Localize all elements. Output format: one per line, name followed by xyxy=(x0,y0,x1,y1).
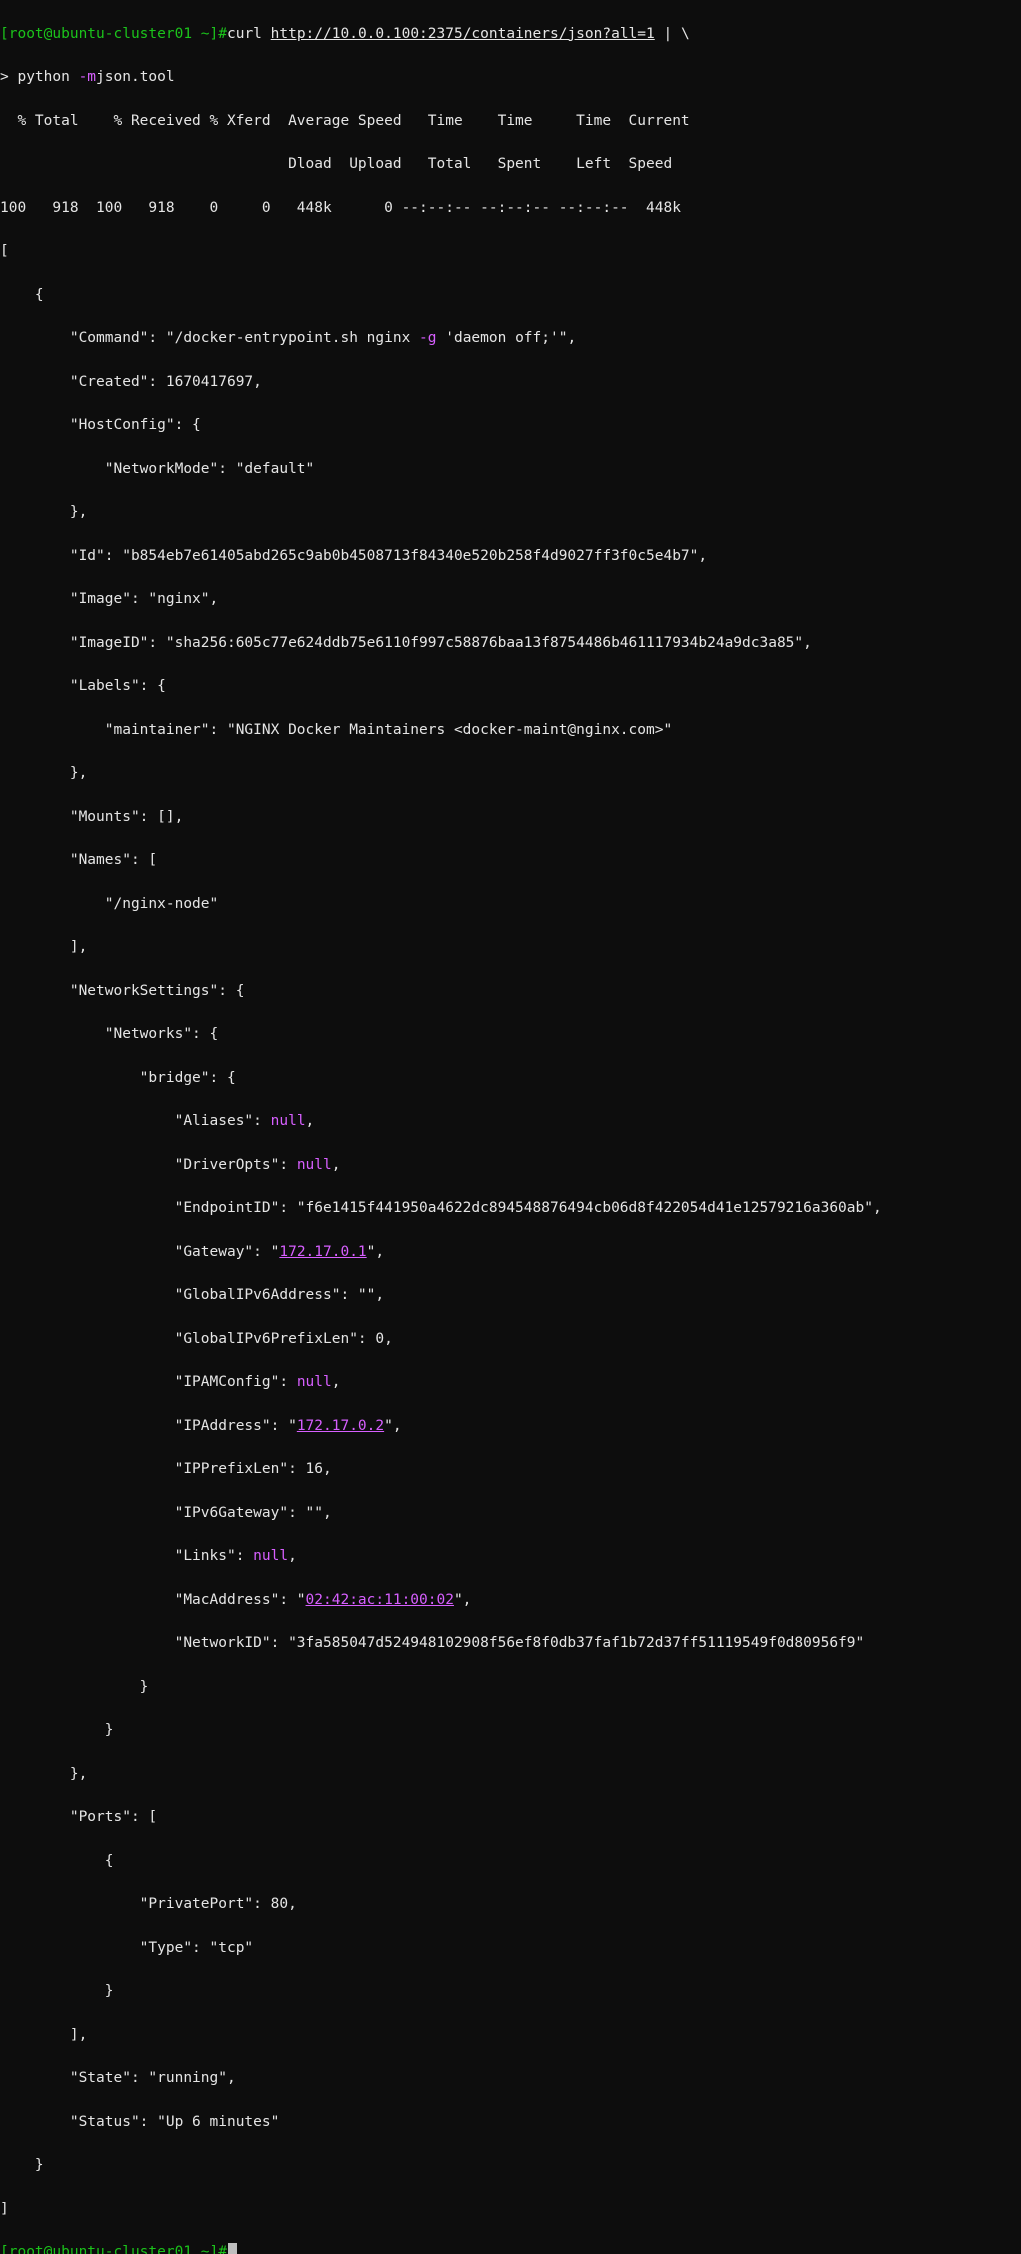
json-bridge-open: "bridge": { xyxy=(0,1068,1021,1090)
json-names-close: ], xyxy=(0,937,1021,959)
json-gateway: "Gateway": "172.17.0.1", xyxy=(0,1242,1021,1264)
curl-progress: 100 918 100 918 0 0 448k 0 --:--:-- --:-… xyxy=(0,198,1021,220)
json-netset-open: "NetworkSettings": { xyxy=(0,981,1021,1003)
json-netset-close: }, xyxy=(0,1764,1021,1786)
json-id: "Id": "b854eb7e61405abd265c9ab0b4508713f… xyxy=(0,546,1021,568)
json-aliases: "Aliases": null, xyxy=(0,1111,1021,1133)
json-hostconfig-close: }, xyxy=(0,502,1021,524)
json-bridge-close: } xyxy=(0,1677,1021,1699)
curl-header-1: % Total % Received % Xferd Average Speed… xyxy=(0,111,1021,133)
json-ipaddress: "IPAddress": "172.17.0.2", xyxy=(0,1416,1021,1438)
cmd-curl: curl xyxy=(227,26,271,42)
flag-m: -m xyxy=(79,69,96,85)
shell-prompt-blank[interactable]: [root@ubuntu-cluster01 ~]# xyxy=(0,2242,1021,2254)
shell-line-1: [root@ubuntu-cluster01 ~]#curl http://10… xyxy=(0,24,1021,46)
json-state: "State": "running", xyxy=(0,2068,1021,2090)
cmd-json-tool: json.tool xyxy=(96,69,175,85)
json-labels-close: }, xyxy=(0,763,1021,785)
shell-prompt: [root@ubuntu-cluster01 ~]# xyxy=(0,26,227,42)
json-networks-close: } xyxy=(0,1720,1021,1742)
json-status: "Status": "Up 6 minutes" xyxy=(0,2112,1021,2134)
shell-line-2: > python -mjson.tool xyxy=(0,67,1021,89)
json-object-close: } xyxy=(0,2155,1021,2177)
json-names-item: "/nginx-node" xyxy=(0,894,1021,916)
json-image: "Image": "nginx", xyxy=(0,589,1021,611)
json-hostconfig-open: "HostConfig": { xyxy=(0,415,1021,437)
json-privateport: "PrivatePort": 80, xyxy=(0,1894,1021,1916)
json-labels-open: "Labels": { xyxy=(0,676,1021,698)
cmd-python: > python xyxy=(0,69,79,85)
json-macaddress: "MacAddress": "02:42:ac:11:00:02", xyxy=(0,1590,1021,1612)
cursor-icon xyxy=(228,2243,237,2254)
json-array-close: ] xyxy=(0,2199,1021,2221)
json-imageid: "ImageID": "sha256:605c77e624ddb75e6110f… xyxy=(0,633,1021,655)
json-endpointid: "EndpointID": "f6e1415f441950a4622dc8945… xyxy=(0,1198,1021,1220)
json-maintainer: "maintainer": "NGINX Docker Maintainers … xyxy=(0,720,1021,742)
cmd-url: http://10.0.0.100:2375/containers/json?a… xyxy=(271,26,655,42)
json-ports-close: ], xyxy=(0,2025,1021,2047)
json-port-obj-close: } xyxy=(0,1981,1021,2003)
json-names-open: "Names": [ xyxy=(0,850,1021,872)
terminal-window[interactable]: [root@ubuntu-cluster01 ~]#curl http://10… xyxy=(0,0,1021,2254)
json-globalipv6prefix: "GlobalIPv6PrefixLen": 0, xyxy=(0,1329,1021,1351)
json-command: "Command": "/docker-entrypoint.sh nginx … xyxy=(0,328,1021,350)
curl-header-2: Dload Upload Total Spent Left Speed xyxy=(0,154,1021,176)
json-driveropts: "DriverOpts": null, xyxy=(0,1155,1021,1177)
cmd-pipe-backslash: | \ xyxy=(655,26,690,42)
json-ipprefixlen: "IPPrefixLen": 16, xyxy=(0,1459,1021,1481)
json-globalipv6addr: "GlobalIPv6Address": "", xyxy=(0,1285,1021,1307)
json-links: "Links": null, xyxy=(0,1546,1021,1568)
json-ipv6gateway: "IPv6Gateway": "", xyxy=(0,1503,1021,1525)
json-networkmode: "NetworkMode": "default" xyxy=(0,459,1021,481)
json-networkid: "NetworkID": "3fa585047d524948102908f56e… xyxy=(0,1633,1021,1655)
json-created: "Created": 1670417697, xyxy=(0,372,1021,394)
json-array-open: [ xyxy=(0,241,1021,263)
json-networks-open: "Networks": { xyxy=(0,1024,1021,1046)
json-ipamconfig: "IPAMConfig": null, xyxy=(0,1372,1021,1394)
json-object-open: { xyxy=(0,285,1021,307)
json-port-type: "Type": "tcp" xyxy=(0,1938,1021,1960)
json-mounts: "Mounts": [], xyxy=(0,807,1021,829)
json-ports-open: "Ports": [ xyxy=(0,1807,1021,1829)
json-port-obj-open: { xyxy=(0,1851,1021,1873)
